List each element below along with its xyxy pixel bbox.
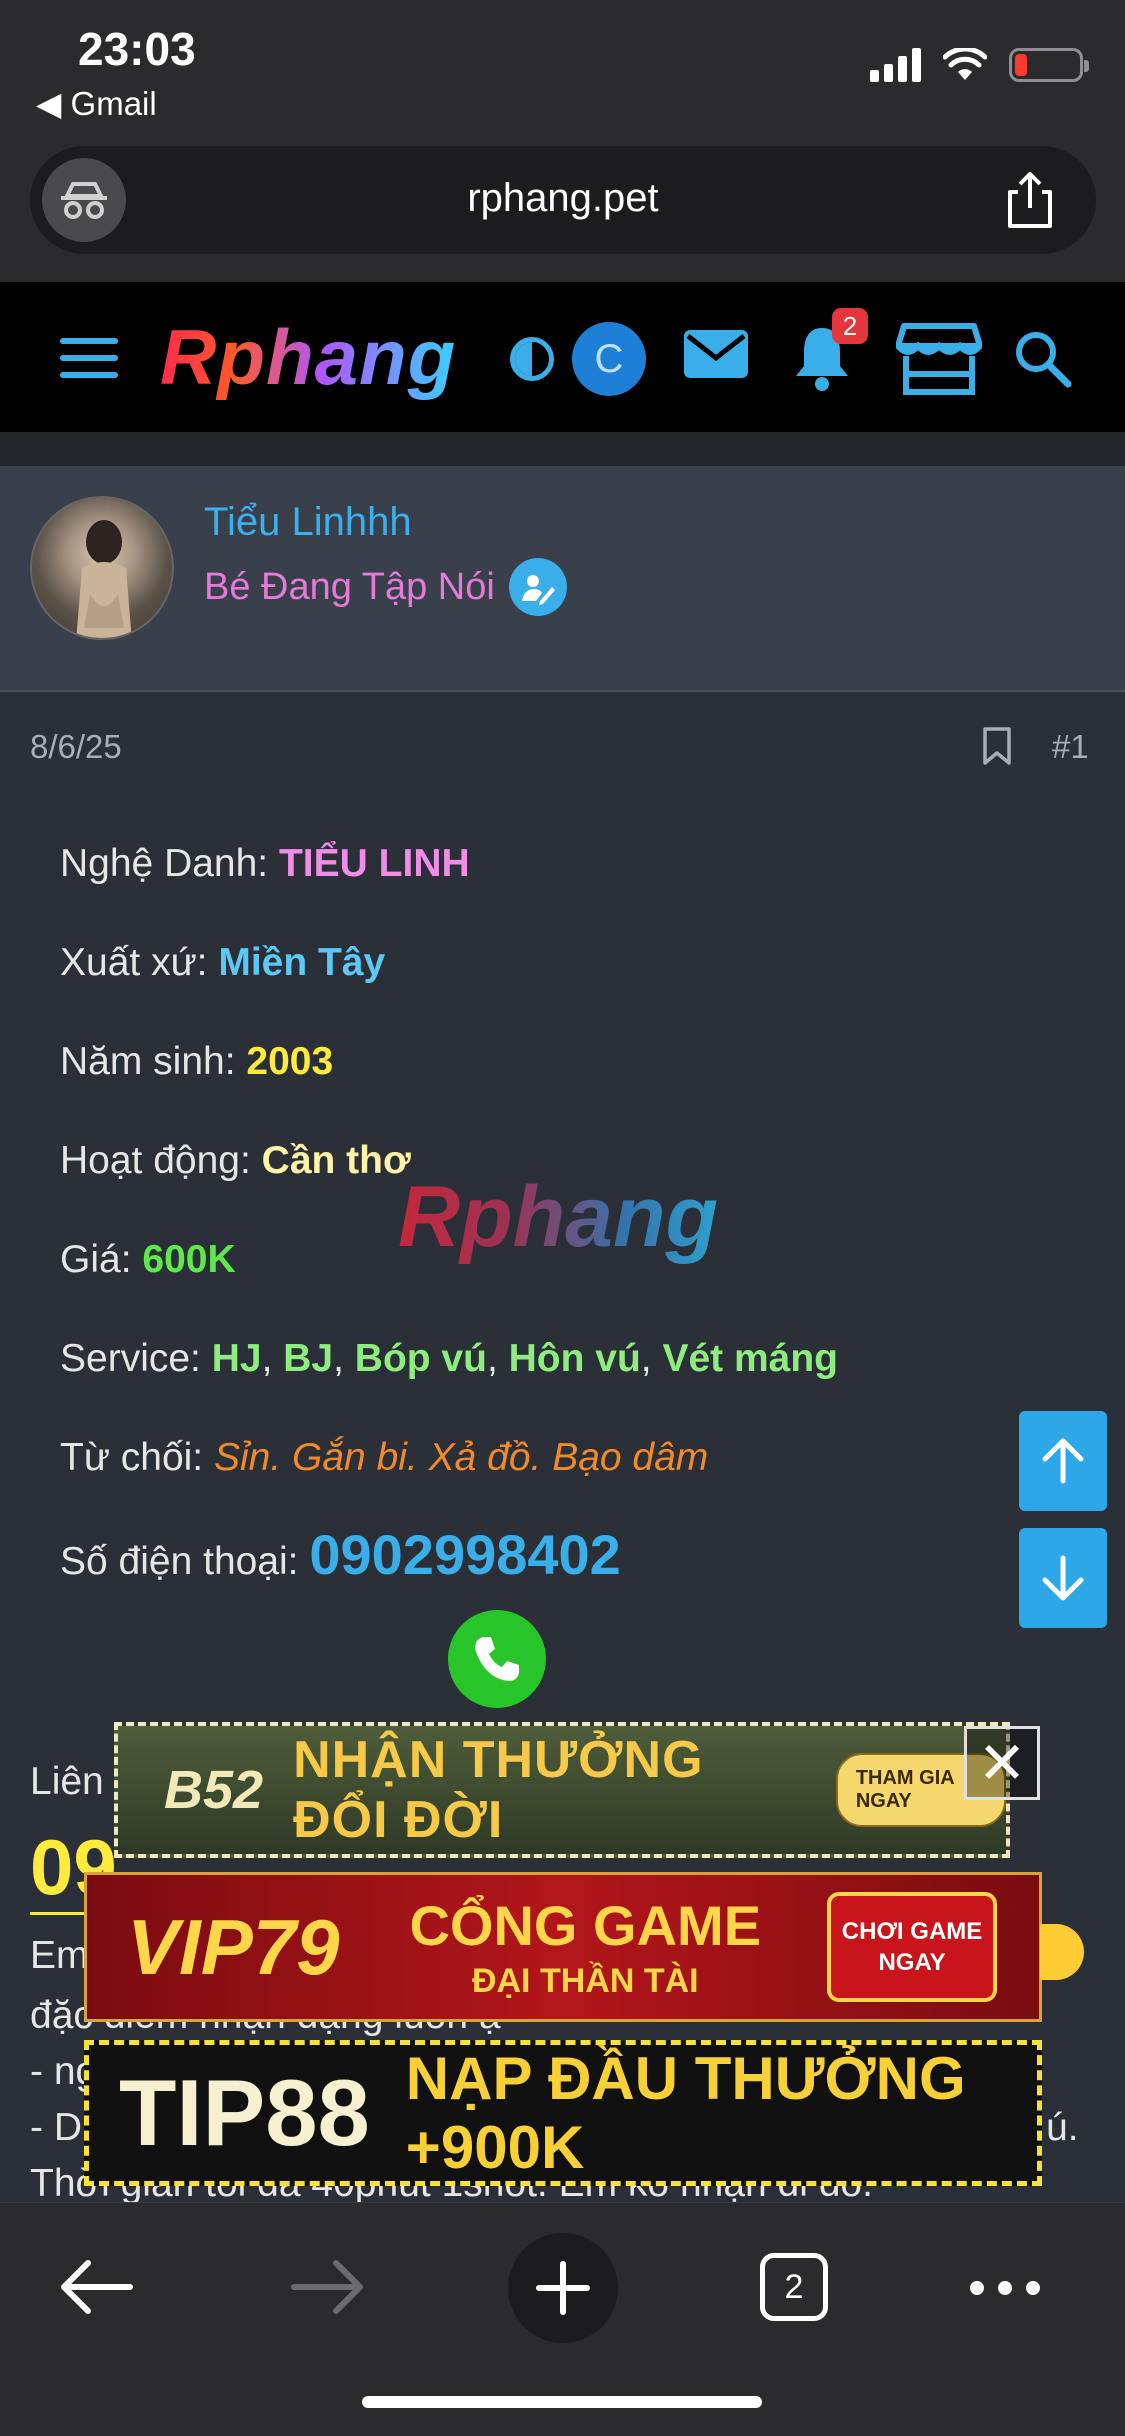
post-number[interactable]: #1 (1052, 728, 1089, 766)
field-phone: Số điện thoại: 0902998402 (60, 1522, 621, 1587)
field-value: TIỂU LINH (278, 842, 470, 885)
field-value: Sỉn. Gắn bi. Xả đồ. Bạo dâm (213, 1436, 709, 1479)
field-stage-name: Nghệ Danh: TIỂU LINH (60, 842, 470, 886)
ad-banner-b52[interactable]: B52 NHẬN THƯỞNG ĐỔI ĐỜI THAM GIA NGAY (114, 1722, 1010, 1858)
watermark-logo: Rphang (398, 1169, 719, 1265)
more-menu-icon[interactable] (970, 2281, 1040, 2295)
author-card: Tiểu Linhhh Bé Đang Tập Nói (0, 466, 1125, 692)
field-origin: Xuất xứ: Miền Tây (60, 941, 385, 985)
text-line: - D (30, 2106, 82, 2149)
field-label: Giá: (60, 1238, 143, 1281)
service-item: BJ (283, 1337, 334, 1380)
ad-headline: CỔNG GAME ĐẠI THẦN TÀI (409, 1894, 762, 2000)
browser-address-area: rphang.pet (0, 140, 1125, 282)
address-bar[interactable]: rphang.pet (30, 146, 1096, 254)
field-service: Service: HJ, BJ, Bóp vú, Hôn vú, Vét mán… (60, 1337, 839, 1380)
ad-logo: B52 (164, 1760, 264, 1820)
new-tab-button[interactable] (508, 2233, 618, 2343)
field-label: Xuất xứ: (60, 941, 219, 984)
service-item: Bóp vú (354, 1337, 487, 1380)
field-label: Nghệ Danh: (60, 842, 279, 885)
text-line: ú. (1046, 2106, 1079, 2149)
field-value: Cần thơ (261, 1139, 411, 1182)
url-text[interactable]: rphang.pet (30, 176, 1096, 221)
forward-arrow-icon[interactable] (290, 2257, 366, 2317)
ad-banner-tip88[interactable]: TIP88 NẠP ĐẦU THƯỞNG +900K (84, 2040, 1042, 2186)
post-date[interactable]: 8/6/25 (30, 728, 122, 766)
field-value: 2003 (246, 1040, 334, 1083)
phone-number-link[interactable]: 0902998402 (309, 1523, 620, 1586)
site-logo[interactable]: Rphang (160, 312, 456, 403)
user-avatar[interactable]: C (572, 322, 646, 396)
field-label: Từ chối: (60, 1436, 214, 1479)
ad-logo: TIP88 (119, 2060, 370, 2165)
back-arrow-icon[interactable] (58, 2257, 134, 2317)
tab-switcher-button[interactable]: 2 (760, 2253, 828, 2321)
field-value: Miền Tây (218, 941, 386, 984)
field-value: 600K (142, 1238, 236, 1281)
status-icons (870, 48, 1089, 82)
mail-icon[interactable] (684, 330, 748, 378)
emoji-partial (1040, 1924, 1084, 1980)
field-label: Số điện thoại: (60, 1540, 310, 1583)
author-name[interactable]: Tiểu Linhhh (204, 500, 412, 545)
author-rank: Bé Đang Tập Nói (204, 565, 495, 608)
ad-banner-vip79[interactable]: VIP79 CỔNG GAME ĐẠI THẦN TÀI CHƠI GAME N… (84, 1872, 1042, 2022)
status-time: 23:03 (78, 23, 196, 75)
ad-close-button[interactable]: ✕ (964, 1726, 1040, 1800)
scroll-to-top-button[interactable] (1019, 1411, 1107, 1511)
call-phone-icon[interactable] (448, 1610, 546, 1708)
service-item: Hôn vú (508, 1337, 641, 1380)
text-line: Em (30, 1934, 89, 1977)
field-label: Service: (60, 1337, 212, 1380)
battery-low-icon (1009, 48, 1089, 82)
field-label: Hoạt động: (60, 1139, 262, 1182)
back-to-gmail-link[interactable]: ◀ Gmail (36, 84, 157, 123)
wifi-icon (943, 48, 987, 80)
ad-headline: NẠP ĐẦU THƯỞNG +900K (405, 2045, 966, 2181)
search-icon[interactable] (1012, 328, 1072, 388)
home-indicator (362, 2396, 762, 2408)
field-birth-year: Năm sinh: 2003 (60, 1040, 333, 1084)
scroll-to-bottom-button[interactable] (1019, 1528, 1107, 1628)
field-label: Năm sinh: (60, 1040, 247, 1083)
notification-badge: 2 (832, 308, 868, 344)
ad-logo: VIP79 (127, 1902, 340, 1991)
store-icon[interactable] (896, 322, 982, 396)
status-bar: 23:03 ◀ Gmail (0, 0, 1125, 140)
contact-label: Liên (30, 1760, 104, 1803)
theme-toggle-icon[interactable] (510, 337, 554, 381)
ad-headline: NHẬN THƯỞNG ĐỔI ĐỜI (293, 1731, 704, 1849)
author-title-row: Bé Đang Tập Nói (204, 558, 567, 616)
service-item: HJ (211, 1337, 262, 1380)
ad-cta-button[interactable]: CHƠI GAME NGAY (827, 1892, 998, 2002)
field-price: Giá: 600K (60, 1238, 236, 1282)
share-icon[interactable] (998, 168, 1062, 232)
author-avatar[interactable] (30, 496, 174, 640)
menu-icon[interactable] (60, 338, 118, 389)
cellular-signal-icon (870, 48, 921, 82)
service-item: Vét máng (662, 1337, 839, 1380)
verified-edit-icon (508, 558, 567, 616)
site-header: Rphang C 2 (0, 282, 1125, 432)
header-spacer (0, 432, 1125, 466)
bookmark-icon[interactable] (982, 726, 1012, 766)
field-area: Hoạt động: Cần thơ (60, 1139, 411, 1183)
field-refuse: Từ chối: Sỉn. Gắn bi. Xả đồ. Bạo dâm (60, 1436, 708, 1480)
